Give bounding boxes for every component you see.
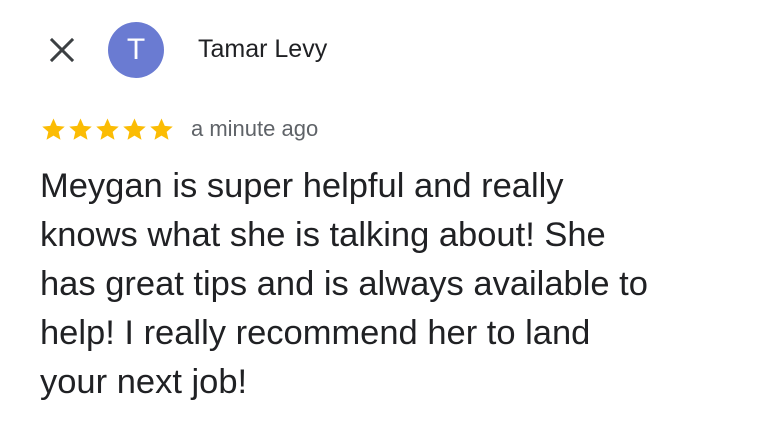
star-icon bbox=[42, 117, 65, 140]
star-rating bbox=[40, 116, 175, 143]
close-button[interactable] bbox=[42, 30, 82, 70]
reviewer-name[interactable]: Tamar Levy bbox=[198, 33, 327, 65]
avatar[interactable]: T bbox=[108, 22, 164, 78]
review-text: Meygan is super helpful and really knows… bbox=[40, 167, 648, 401]
review-timestamp: a minute ago bbox=[191, 116, 319, 141]
star-icon bbox=[150, 117, 173, 140]
star-icon bbox=[123, 117, 146, 140]
star-icon bbox=[69, 117, 92, 140]
close-icon bbox=[49, 37, 75, 63]
star-icon bbox=[96, 117, 119, 140]
rating-row: a minute ago bbox=[40, 113, 318, 145]
avatar-initial: T bbox=[126, 33, 146, 66]
review-header: T Tamar Levy bbox=[0, 0, 768, 100]
